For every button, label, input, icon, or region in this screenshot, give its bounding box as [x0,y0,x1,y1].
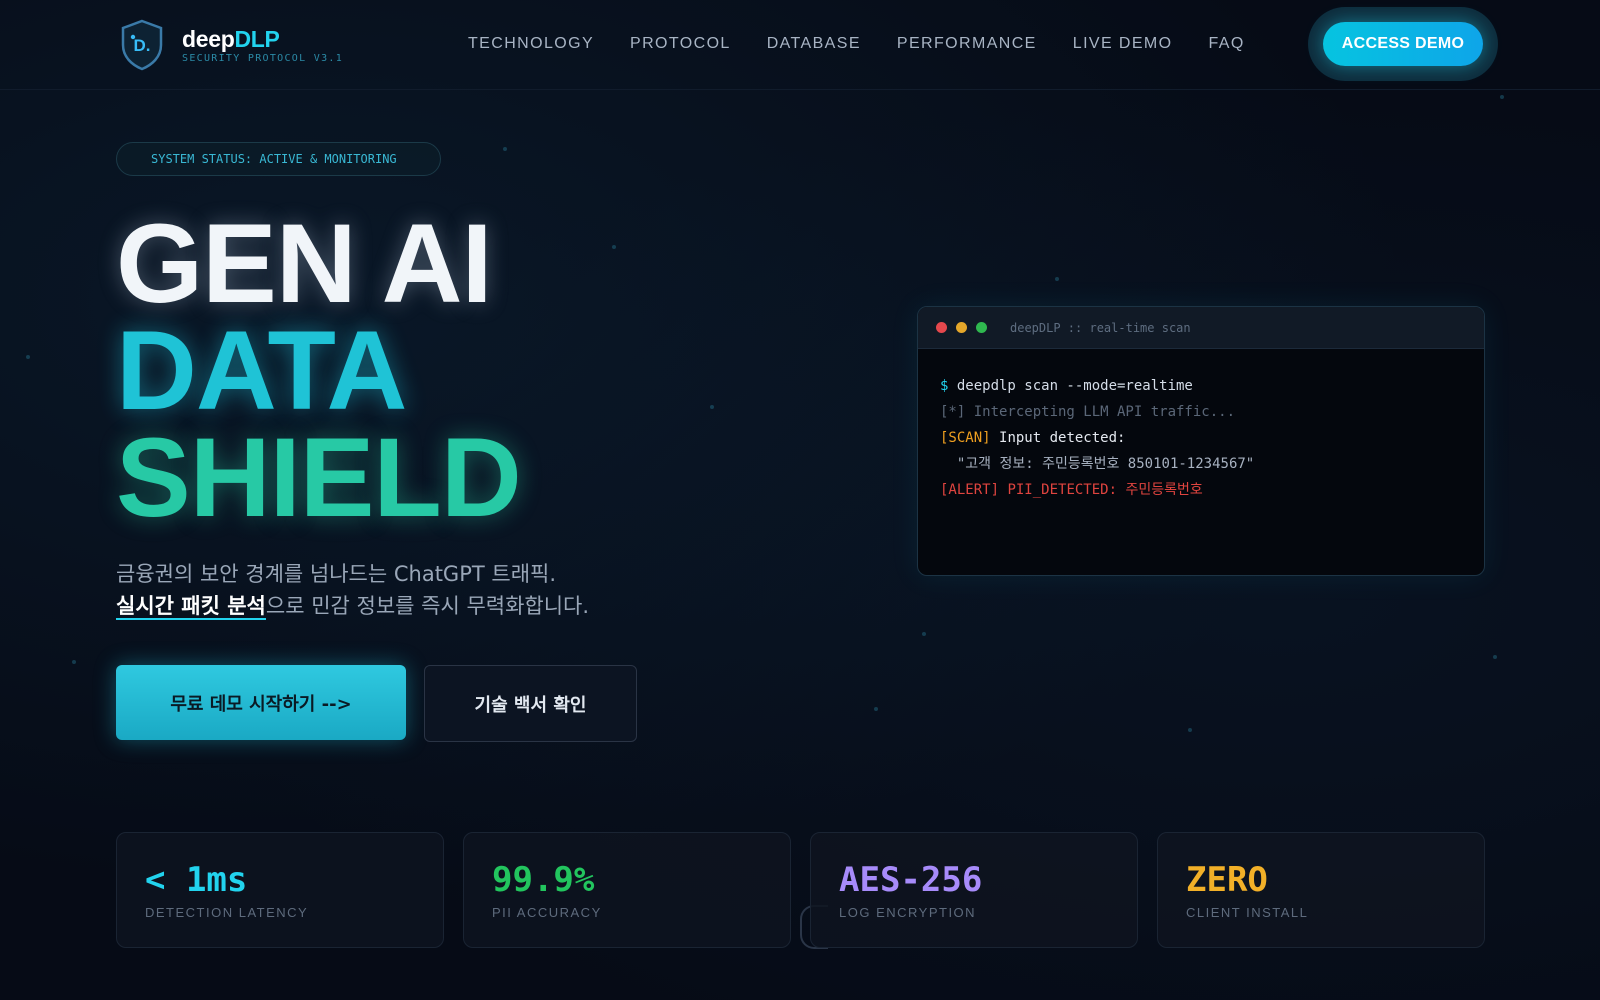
stat-card-latency: < 1ms DETECTION LATENCY [116,832,444,948]
logo-name: deepDLP [182,27,343,51]
background-particle [710,405,714,409]
stat-label: PII ACCURACY [492,905,602,920]
system-status-badge: SYSTEM STATUS: ACTIVE & MONITORING [116,142,441,176]
nav-link-protocol[interactable]: PROTOCOL [630,35,731,53]
stat-card-encryption: AES-256 LOG ENCRYPTION [810,832,1138,948]
description-rest: 으로 민감 정보를 즉시 무력화합니다. [265,594,590,618]
background-particle [503,147,507,151]
description-line-2: 실시간 패킷 분석으로 민감 정보를 즉시 무력화합니다. [116,590,589,622]
main-menu: TECHNOLOGY PROTOCOL DATABASE PERFORMANCE… [468,35,1245,53]
headline-line-1: GEN AI [116,201,493,326]
stat-label: LOG ENCRYPTION [839,905,977,920]
background-particle [922,632,926,636]
headline-line-2: DATA [116,308,407,433]
background-particle [72,660,76,664]
hero-description: 금융권의 보안 경계를 넘나드는 ChatGPT 트래픽. 실시간 패킷 분석으… [116,558,589,622]
background-particle [612,245,616,249]
logo-subtitle: SECURITY PROTOCOL V3.1 [182,52,344,64]
logo-prefix: deep [182,25,235,52]
terminal-line: [SCAN] Input detected: [940,425,1462,451]
svg-text:D.: D. [134,36,151,55]
stat-value: 99.9% [492,860,595,900]
background-particle [1500,95,1504,99]
access-demo-button[interactable]: ACCESS DEMO [1323,22,1483,66]
logo-highlight: DLP [234,25,280,52]
stat-value: ZERO [1186,860,1268,900]
stat-card-install: ZERO CLIENT INSTALL [1157,832,1485,948]
stat-value: AES-256 [839,860,983,900]
scan-text: Input detected: [999,430,1126,446]
terminal-line: [*] Intercepting LLM API traffic... [940,404,1236,420]
description-line-1: 금융권의 보안 경계를 넘나드는 ChatGPT 트래픽. [116,562,557,586]
whitepaper-button[interactable]: 기술 백서 확인 [424,665,637,742]
nav-link-live-demo[interactable]: LIVE DEMO [1073,35,1173,53]
terminal-line: "고객 정보: 주민등록번호 850101-1234567" [940,456,1255,472]
logo[interactable]: D. deepDLP SECURITY PROTOCOL V3.1 [120,19,343,71]
nav-link-technology[interactable]: TECHNOLOGY [468,35,594,53]
description-highlight: 실시간 패킷 분석 [116,594,266,620]
alert-tag: [ALERT] [940,482,1008,498]
alert-text: PII_DETECTED: 주민등록번호 [1007,482,1203,498]
access-demo-glow: ACCESS DEMO [1308,7,1498,81]
shield-icon: D. [121,19,163,71]
scan-tag: [SCAN] [940,430,1000,446]
nav-link-database[interactable]: DATABASE [767,35,861,53]
terminal-titlebar: deepDLP :: real-time scan [918,307,1484,349]
command-text: deepdlp scan --mode=realtime [956,378,1193,394]
background-particle [1493,655,1497,659]
background-particle [26,355,30,359]
stat-label: DETECTION LATENCY [145,905,309,920]
start-free-demo-button[interactable]: 무료 데모 시작하기 --> [116,665,406,740]
background-particle [1055,277,1059,281]
close-dot-icon[interactable] [936,322,947,333]
stat-label: CLIENT INSTALL [1186,905,1309,920]
minimize-dot-icon[interactable] [956,322,967,333]
terminal-window: deepDLP :: real-time scan $ deepdlp scan… [917,306,1485,576]
maximize-dot-icon[interactable] [976,322,987,333]
terminal-line: [ALERT] PII_DETECTED: 주민등록번호 [940,477,1462,503]
terminal-line: $ deepdlp scan --mode=realtime [940,373,1462,399]
background-particle [874,707,878,711]
top-navigation: D. deepDLP SECURITY PROTOCOL V3.1 TECHNO… [0,0,1600,90]
stat-value: < 1ms [145,860,248,900]
headline-line-3: SHIELD [116,415,522,540]
background-particle [1188,728,1192,732]
terminal-title: deepDLP :: real-time scan [1010,320,1191,335]
nav-link-faq[interactable]: FAQ [1209,35,1245,53]
terminal-output: $ deepdlp scan --mode=realtime [*] Inter… [918,349,1484,527]
prompt-symbol: $ [940,378,957,394]
stat-card-accuracy: 99.9% PII ACCURACY [463,832,791,948]
hero-headline: GEN AI DATA SHIELD [116,201,522,540]
nav-link-performance[interactable]: PERFORMANCE [897,35,1037,53]
